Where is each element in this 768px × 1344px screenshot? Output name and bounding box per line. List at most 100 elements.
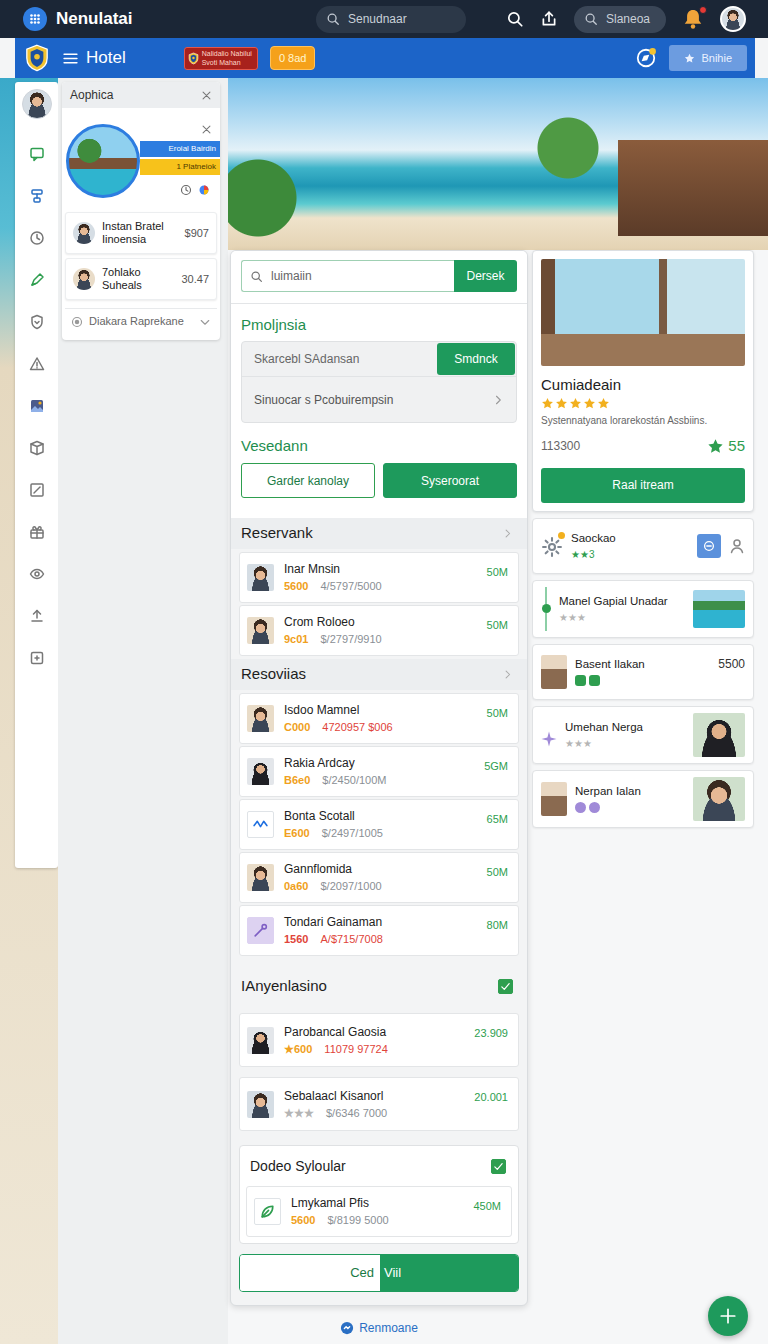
- section-checkbox[interactable]: [498, 979, 513, 994]
- quick-search-input[interactable]: [606, 10, 656, 28]
- filter-option[interactable]: Sinuocar s Pcobuirempsin: [242, 377, 516, 422]
- box-icon[interactable]: [29, 440, 45, 456]
- hotel-card[interactable]: CumiadeainSystennatyana lorarekostán Ass…: [532, 250, 754, 512]
- section-title: IAnyenlasino: [241, 975, 327, 998]
- list-row[interactable]: Tondari Gainaman1560A/$715/700880M: [239, 905, 519, 956]
- dropdown[interactable]: Diakara Raprekane: [65, 308, 217, 334]
- person-icon[interactable]: [729, 538, 745, 554]
- quick-search[interactable]: [574, 6, 666, 33]
- count-badge[interactable]: 0 8ad: [270, 46, 316, 71]
- hotel-price-row: 11330055: [541, 435, 745, 458]
- menu-icon[interactable]: [62, 50, 79, 67]
- main-column: DersekPmoljnsiaSmdnckSinuocar s Pcobuire…: [230, 250, 528, 1336]
- edit-icon[interactable]: [29, 482, 45, 498]
- side-item[interactable]: 7ohlakoSuheals30.47: [65, 258, 217, 300]
- row-body: Inar Mnsin56004/5797/5000: [284, 562, 481, 593]
- list-row[interactable]: Gannflomida0a60$/2097/100050M: [239, 852, 519, 903]
- image-icon[interactable]: [29, 398, 45, 414]
- hotel-item[interactable]: Saockao★★3: [532, 518, 754, 574]
- filter-icon[interactable]: [29, 188, 45, 204]
- filter-input[interactable]: [254, 350, 436, 368]
- action-button[interactable]: Garder kanolay: [241, 463, 375, 498]
- bell-icon[interactable]: [682, 8, 704, 30]
- row-detail: $/2097/1000: [320, 879, 381, 893]
- row-detail: 11079 97724: [324, 1042, 387, 1056]
- timeline-dot: [542, 604, 551, 613]
- row-body: Gannflomida0a60$/2097/1000: [284, 862, 481, 893]
- section-header: Dodeo Syloular: [240, 1146, 518, 1186]
- hotel-item[interactable]: Manel Gapial Unadar★★★: [532, 580, 754, 638]
- footer-link[interactable]: Renmoane: [230, 1320, 528, 1336]
- button-label: Bnihie: [701, 50, 732, 67]
- gear-icon: [541, 535, 563, 557]
- emblem-icon: [188, 52, 199, 65]
- shield-icon[interactable]: [29, 314, 45, 330]
- list-row[interactable]: Isdoo MamnelC0004720957 $00650M: [239, 693, 519, 744]
- action-icon[interactable]: [697, 534, 721, 558]
- row-name: Gannflomida: [284, 862, 481, 877]
- clock-icon[interactable]: [29, 230, 45, 246]
- action-button[interactable]: Syseroorat: [383, 463, 517, 498]
- share-icon[interactable]: [540, 10, 558, 28]
- row-list: Parobancal Gaosia★60011079 9772423.909Se…: [231, 1009, 527, 1137]
- region-badge[interactable]: Nalidalio NabiluiSvoti Mahan: [184, 47, 258, 70]
- gift-icon[interactable]: [29, 524, 45, 540]
- item-rating: ★★★: [559, 611, 685, 624]
- profile-avatar[interactable]: [22, 89, 52, 119]
- hotel-item[interactable]: Nerpan Ialan: [532, 770, 754, 828]
- list-row[interactable]: Inar Mnsin56004/5797/500050M: [239, 552, 519, 603]
- pen-icon[interactable]: [29, 272, 45, 288]
- global-search[interactable]: [316, 6, 466, 33]
- eye-icon[interactable]: [29, 566, 45, 582]
- book-button[interactable]: Raal itream: [541, 468, 745, 503]
- row-meta: 56004/5797/5000: [284, 579, 481, 593]
- row-name: Lmykamal Pfis: [291, 1196, 467, 1211]
- add-button[interactable]: [708, 1296, 748, 1336]
- app-title: Nenulatai: [56, 6, 133, 32]
- row-value: 23.909: [474, 1025, 508, 1042]
- note-icon[interactable]: [29, 650, 45, 666]
- row-meta: B6e0$/2450/100M: [284, 773, 478, 787]
- side-item[interactable]: Instan BratelIinoensia$907: [65, 212, 217, 254]
- explore-icon[interactable]: [635, 47, 657, 69]
- warning-icon[interactable]: [29, 356, 45, 372]
- split-button[interactable]: CedViil: [239, 1254, 519, 1292]
- section-header[interactable]: Reservank: [231, 518, 527, 549]
- section-header[interactable]: Resoviias: [231, 659, 527, 690]
- list-row[interactable]: Bonta ScotallE600$/2497/100565M: [239, 799, 519, 850]
- filter-box: SmdnckSinuocar s Pcobuirempsin: [241, 341, 517, 423]
- list-section: ResoviiasIsdoo MamnelC0004720957 $00650M…: [231, 659, 527, 959]
- app-logo-icon[interactable]: [23, 7, 47, 31]
- search-input[interactable]: [348, 10, 456, 28]
- search-icon[interactable]: [506, 10, 524, 28]
- row-detail: $/2797/9910: [320, 632, 381, 646]
- list-row[interactable]: Parobancal Gaosia★60011079 9772423.909: [239, 1013, 519, 1067]
- unread-dot: [699, 6, 707, 14]
- filter-button[interactable]: Smdnck: [437, 343, 515, 375]
- divider: [231, 303, 527, 304]
- list-row[interactable]: Rakia ArdcayB6e0$/2450/100M5GM: [239, 746, 519, 797]
- featured-hotel[interactable]: Eroial Bairdin1 Platneiok: [62, 108, 220, 208]
- row-name: Sebalaacl Kisanorl: [284, 1089, 468, 1104]
- list-row[interactable]: Crom Roloeo9c01$/2797/991050M: [239, 605, 519, 656]
- favorite-button[interactable]: Bnihie: [669, 45, 747, 71]
- hotel-name: Cumiadeain: [541, 376, 745, 394]
- search-button[interactable]: Dersek: [454, 260, 517, 292]
- item-body: Nerpan Ialan: [575, 784, 685, 813]
- hotel-item[interactable]: Basent Ilakan5500: [532, 644, 754, 700]
- hotel-item[interactable]: Umehan Nerga★★★: [532, 706, 754, 764]
- close-icon[interactable]: [201, 90, 212, 101]
- badge-icon: [589, 802, 600, 813]
- chat-icon[interactable]: [29, 146, 45, 162]
- upload-icon[interactable]: [29, 608, 45, 624]
- split-left[interactable]: Ced: [240, 1255, 380, 1291]
- list-row[interactable]: Lmykamal Pfis5600$/8199 5000450M: [246, 1186, 512, 1237]
- search-input[interactable]: [271, 267, 446, 285]
- hotel-photo: [541, 259, 745, 366]
- split-right[interactable]: Viil: [380, 1255, 518, 1291]
- list-row[interactable]: Sebalaacl Kisanorl★★★$/6346 700020.001: [239, 1077, 519, 1131]
- user-avatar[interactable]: [720, 6, 746, 32]
- close-icon[interactable]: [201, 124, 212, 135]
- section-checkbox[interactable]: [491, 1159, 506, 1174]
- search-field[interactable]: [241, 260, 454, 292]
